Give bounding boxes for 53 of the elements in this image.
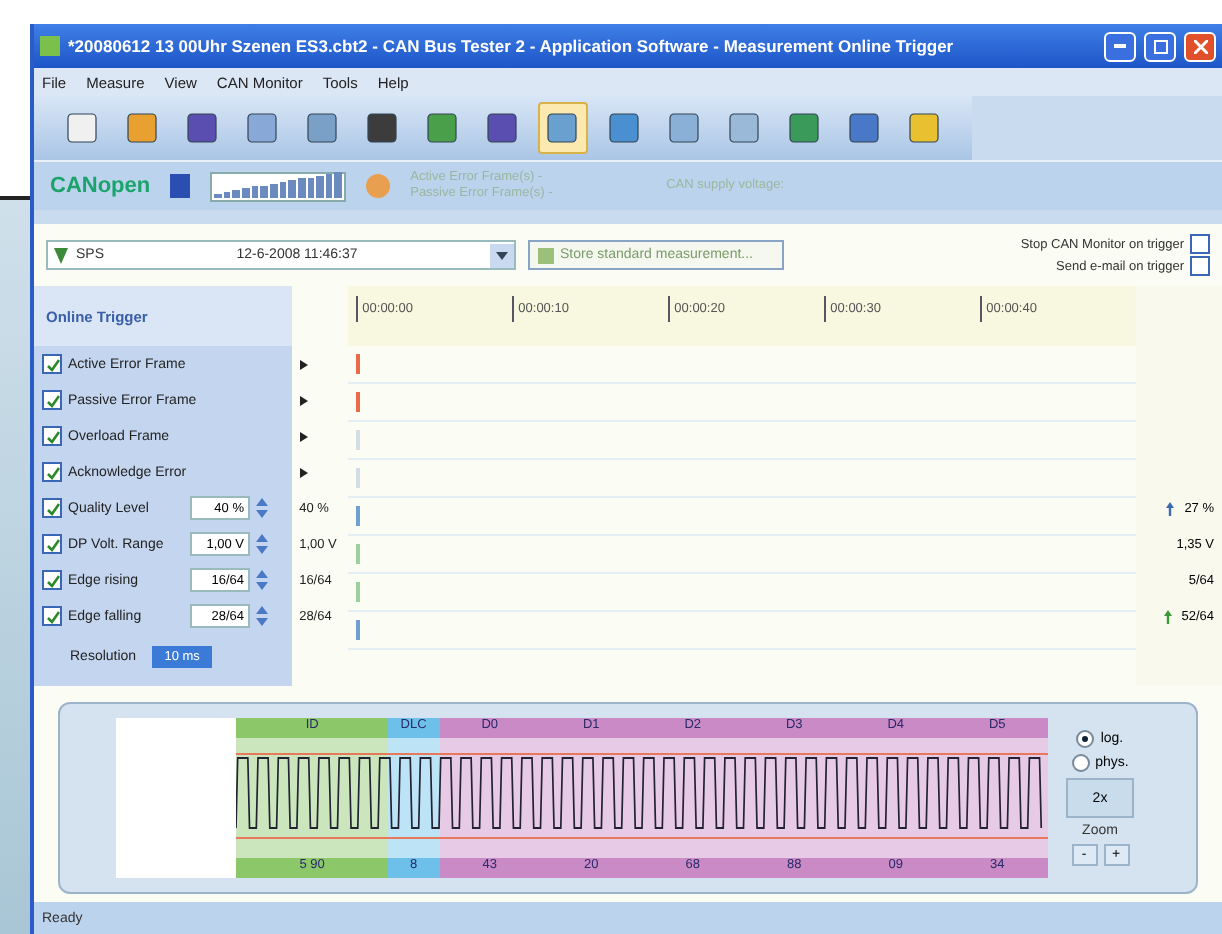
check-icon bbox=[45, 357, 59, 371]
check-icon bbox=[45, 393, 59, 407]
radio-button[interactable] bbox=[1076, 730, 1095, 748]
check-icon bbox=[45, 609, 59, 623]
check-icon bbox=[45, 573, 59, 587]
level-marker bbox=[356, 582, 361, 602]
segment-band bbox=[642, 738, 744, 858]
expand-arrow-icon[interactable] bbox=[299, 395, 308, 405]
spin-arrows-icon[interactable] bbox=[256, 570, 268, 590]
segment-band bbox=[743, 738, 845, 858]
signal-meter bbox=[210, 171, 347, 201]
maximize-icon bbox=[1153, 39, 1167, 53]
spin-arrows-icon[interactable] bbox=[256, 534, 268, 554]
toolbar-icon[interactable] bbox=[537, 102, 589, 154]
checkbox[interactable] bbox=[1190, 256, 1210, 276]
minimize-icon bbox=[1114, 44, 1126, 48]
minimize-button[interactable] bbox=[1104, 31, 1136, 61]
radio-dot-icon bbox=[1082, 736, 1089, 742]
level-marker bbox=[356, 506, 361, 526]
app-icon bbox=[40, 36, 60, 56]
expand-arrow-icon[interactable] bbox=[299, 431, 308, 441]
logo: CANopen bbox=[50, 174, 151, 198]
trigger-checkbox[interactable] bbox=[42, 462, 62, 482]
trigger-checkbox[interactable] bbox=[42, 354, 62, 374]
window-title: *20080612 13 00Uhr Szenen ES3.cbt2 - CAN Bus Tester 2 - Application Software - Measurement Online Trigger bbox=[68, 36, 956, 56]
up-arrow-icon bbox=[1166, 501, 1175, 515]
close-button[interactable] bbox=[1184, 31, 1216, 61]
check-icon bbox=[45, 501, 59, 515]
segment-band bbox=[540, 738, 642, 858]
close-icon bbox=[1193, 39, 1207, 53]
check-icon bbox=[45, 465, 59, 479]
checkbox[interactable] bbox=[1190, 234, 1210, 254]
trigger-checkbox[interactable] bbox=[42, 498, 62, 518]
trigger-checkbox[interactable] bbox=[42, 534, 62, 554]
trigger-checkbox[interactable] bbox=[42, 570, 62, 590]
check-icon bbox=[45, 429, 59, 443]
expand-arrow-icon[interactable] bbox=[299, 467, 308, 477]
level-marker bbox=[356, 620, 361, 640]
radio-button[interactable] bbox=[1071, 754, 1090, 772]
spin-arrows-icon[interactable] bbox=[256, 498, 268, 518]
maximize-button[interactable] bbox=[1144, 31, 1176, 61]
up-arrow-icon bbox=[1163, 609, 1172, 623]
check-icon bbox=[45, 537, 59, 551]
segment-band bbox=[845, 738, 947, 858]
caret-icon bbox=[495, 251, 508, 259]
expand-arrow-icon[interactable] bbox=[299, 359, 308, 369]
dropdown-button[interactable] bbox=[489, 243, 514, 267]
spin-arrows-icon[interactable] bbox=[256, 606, 268, 626]
trigger-checkbox[interactable] bbox=[42, 390, 62, 410]
level-marker bbox=[356, 544, 361, 564]
trigger-checkbox[interactable] bbox=[42, 606, 62, 626]
trigger-checkbox[interactable] bbox=[42, 426, 62, 446]
segment-band bbox=[946, 738, 1048, 858]
